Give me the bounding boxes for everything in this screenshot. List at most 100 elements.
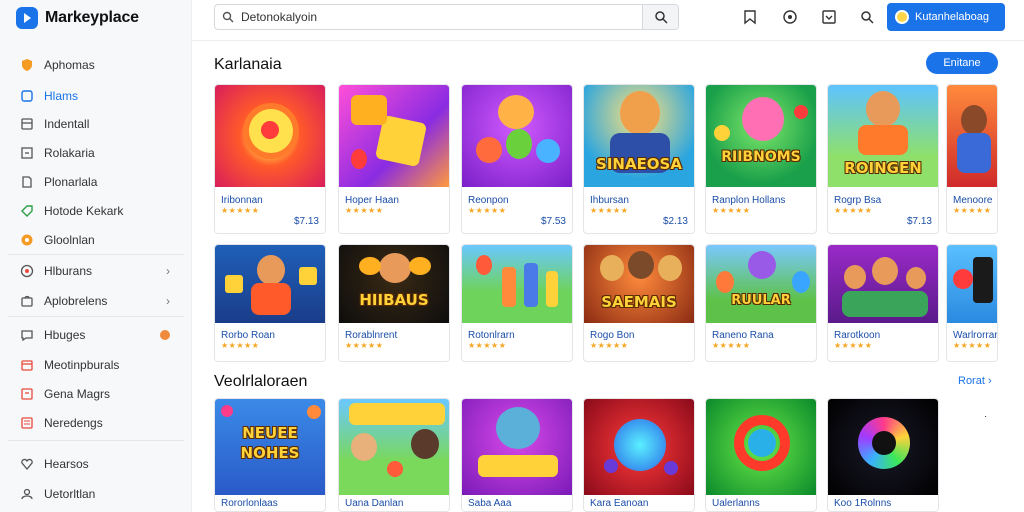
app-thumbnail [584, 399, 694, 495]
sidebar-item-4[interactable]: Rolakaria [8, 140, 184, 166]
app-card[interactable]: SINAEOSA Ihbursan ★★★★★ $2.13 [583, 84, 695, 234]
search-input[interactable] [241, 10, 642, 24]
app-rating: ★★★★★ [468, 341, 507, 350]
app-rating: ★★★★★ [345, 206, 384, 215]
app-card[interactable]: Menoore ★★★★★ [946, 84, 998, 234]
app-rating: ★★★★★ [712, 341, 751, 350]
app-rating: ★★★★★ [590, 341, 629, 350]
shield-icon [20, 58, 34, 72]
app-price: $2.13 [662, 216, 688, 227]
calendar-icon [20, 358, 34, 372]
app-thumbnail [828, 399, 938, 495]
app-card[interactable]: Saba Aaa [461, 398, 573, 512]
sidebar-item-6[interactable]: Hotode Kekark [8, 198, 184, 224]
app-name: Raneno Rana [712, 330, 774, 341]
app-card[interactable]: Koo 1Rolnns [827, 398, 939, 512]
thumbnail-title: NEUEE NOHES [240, 424, 300, 462]
app-card[interactable]: HIIBAUS Rorablnrent ★★★★★ [338, 244, 450, 362]
more-icon[interactable]: ⋅ [984, 412, 987, 423]
app-thumbnail [462, 245, 572, 323]
avatar [895, 10, 909, 24]
sidebar-item-2[interactable]: Hlams [8, 83, 184, 109]
app-card[interactable]: RIIBNOMS Ranplon Hollans ★★★★★ [705, 84, 817, 234]
app-thumbnail [215, 85, 325, 187]
settings-icon[interactable] [780, 7, 800, 27]
brand[interactable]: Markeyplace [16, 6, 139, 30]
see-all-link[interactable]: Rorat › [958, 375, 992, 387]
document-icon [20, 175, 34, 189]
sidebar-item-10[interactable]: Hbuges [8, 322, 184, 348]
chat-icon [20, 328, 34, 342]
app-card[interactable]: NEUEE NOHES Rororlonlaas [214, 398, 326, 512]
chevron-right-icon: › [987, 375, 992, 387]
sidebar-item-3[interactable]: Indentall [8, 111, 184, 137]
app-name: Rogo Bon [590, 330, 635, 341]
app-card[interactable]: Ualerlanns [705, 398, 817, 512]
sidebar-item-14[interactable]: Hearsos [8, 451, 184, 477]
search-icon[interactable] [857, 7, 877, 27]
sidebar-divider [8, 316, 184, 317]
app-card[interactable]: ROINGEN Rogrp Bsa ★★★★★ $7.13 [827, 84, 939, 234]
app-card[interactable]: SAEMAIS Rogo Bon ★★★★★ [583, 244, 695, 362]
sidebar-item-12[interactable]: Gena Magrs [8, 381, 184, 407]
search-icon [215, 11, 241, 23]
globe-icon [20, 264, 34, 278]
sidebar: Markeyplace Aphomas Hlams Indentall Rola… [0, 0, 192, 512]
sidebar-item-label: Hlburans [44, 264, 93, 278]
bookmark-icon[interactable] [740, 7, 760, 27]
app-name: Menoore [953, 195, 993, 206]
sidebar-item-1[interactable]: Aphomas [8, 52, 184, 78]
sidebar-item-7[interactable]: Gloolnlan [8, 227, 184, 253]
box-icon [20, 117, 34, 131]
app-name: Warlrorrar [953, 330, 997, 341]
app-price: $7.53 [540, 216, 566, 227]
app-name: Hoper Haan [345, 195, 399, 206]
sidebar-item-15[interactable]: Uetorltlan [8, 481, 184, 507]
app-thumbnail [947, 245, 997, 323]
app-card[interactable]: Kara Eanoan [583, 398, 695, 512]
sidebar-item-label: Rolakaria [44, 146, 95, 160]
sidebar-item-5[interactable]: Plonarlala [8, 169, 184, 195]
see-all-label: Rorat [958, 375, 985, 387]
app-rating: ★★★★★ [834, 206, 873, 215]
app-card[interactable]: Rarotkoon ★★★★★ [827, 244, 939, 362]
sidebar-item-label: Aplobrelens [44, 294, 108, 308]
sidebar-item-9[interactable]: Aplobrelens › [8, 288, 184, 314]
download-icon[interactable] [819, 7, 839, 27]
person-icon [20, 487, 34, 501]
sidebar-item-11[interactable]: Meotinpburals [8, 352, 184, 378]
thumbnail-title: SINAEOSA [596, 155, 682, 173]
account-button[interactable]: Kutanhelaboag [887, 3, 1005, 31]
brand-name: Markeyplace [45, 9, 139, 26]
app-card[interactable]: Uana Danlan [338, 398, 450, 512]
app-name: Rogrp Bsa [834, 195, 882, 206]
app-name: Rorablnrent [345, 330, 398, 341]
app-card[interactable]: Iribonnan ★★★★★ $7.13 [214, 84, 326, 234]
app-name: Rorbo Roan [221, 330, 275, 341]
app-thumbnail [828, 245, 938, 323]
sidebar-item-13[interactable]: Neredengs [8, 410, 184, 436]
app-card[interactable]: Reonpon ★★★★★ $7.53 [461, 84, 573, 234]
sidebar-item-8[interactable]: Hlburans › [8, 258, 184, 284]
app-thumbnail: ROINGEN [828, 85, 938, 187]
app-name: Saba Aaa [468, 498, 512, 509]
app-card[interactable]: Rotonlrarn ★★★★★ [461, 244, 573, 362]
app-thumbnail: RIIBNOMS [706, 85, 816, 187]
app-price: $7.13 [906, 216, 932, 227]
app-rating: ★★★★★ [590, 206, 629, 215]
app-rating: ★★★★★ [221, 206, 260, 215]
search-button[interactable] [642, 5, 678, 29]
sidebar-item-label: Plonarlala [44, 175, 98, 189]
app-name: Iribonnan [221, 195, 263, 206]
app-thumbnail: NEUEE NOHES [215, 399, 325, 495]
app-card[interactable]: Rorbo Roan ★★★★★ [214, 244, 326, 362]
section-action-button[interactable]: Enitane [926, 52, 998, 74]
sidebar-item-label: Meotinpburals [44, 358, 120, 372]
app-card[interactable]: RUULAR Raneno Rana ★★★★★ [705, 244, 817, 362]
app-card[interactable]: Hoper Haan ★★★★★ [338, 84, 450, 234]
app-card[interactable]: Warlrorrar ★★★★★ [946, 244, 998, 362]
app-name: Rarotkoon [834, 330, 881, 341]
bag-icon [20, 294, 34, 308]
sidebar-divider [8, 254, 184, 255]
app-thumbnail: SAEMAIS [584, 245, 694, 323]
